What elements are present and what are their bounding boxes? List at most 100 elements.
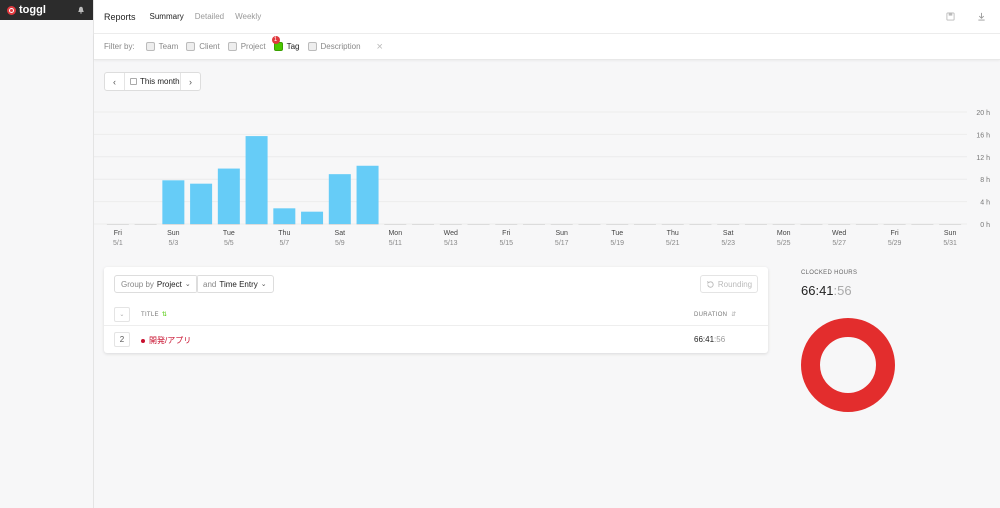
row-duration-seconds: :56 <box>714 335 726 344</box>
filter-client[interactable]: Client <box>186 42 220 51</box>
chevron-down-icon: ⌄ <box>260 281 267 288</box>
y-tick-label: 4 h <box>980 200 990 207</box>
toggl-logo[interactable]: toggl <box>7 4 46 16</box>
clocked-hours-value: 66:41:56 <box>801 283 852 298</box>
x-tick-day: Tue <box>611 230 623 237</box>
donut-segment[interactable] <box>801 318 895 412</box>
filter-description-label: Description <box>320 42 361 51</box>
x-tick-day: Thu <box>278 230 290 237</box>
filter-tag-label: Tag <box>286 42 300 51</box>
filter-label: Filter by: <box>104 42 135 51</box>
toggl-logo-icon <box>7 5 16 15</box>
rounding-button[interactable]: Rounding <box>700 275 758 293</box>
subgroup-select[interactable]: and Time Entry ⌄ <box>196 275 274 293</box>
x-tick-date: 5/1 <box>113 240 123 247</box>
x-tick-day: Sat <box>335 230 346 237</box>
column-title[interactable]: TITLE ⇅ <box>141 311 167 318</box>
expand-toggle[interactable]: ⌄ <box>114 307 130 322</box>
bar-5/4[interactable] <box>190 183 213 224</box>
y-tick-label: 16 h <box>976 132 990 139</box>
date-range-label: This month <box>140 77 180 86</box>
previous-period-button[interactable]: ‹ <box>105 73 124 90</box>
tab-summary[interactable]: Summary <box>150 12 184 21</box>
group-by-value: Project <box>156 279 182 289</box>
entry-count: 2 <box>114 332 130 347</box>
x-tick-date: 5/15 <box>499 240 513 247</box>
sort-icon: ⇵ <box>731 312 737 318</box>
bar-chart-svg: 20 h 16 h 12 h 8 h 4 h 0 h Fri 5/1 Sun 5/3 Tue 5/5 T… <box>94 110 990 247</box>
next-period-button[interactable]: › <box>181 73 200 90</box>
header: Reports Summary Detailed Weekly <box>94 0 1000 34</box>
x-tick-day: Fri <box>114 230 123 237</box>
x-tick-date: 5/9 <box>335 240 345 247</box>
project-name[interactable]: 開発/アプリ <box>141 335 191 346</box>
rounding-icon <box>706 280 714 288</box>
x-tick-day: Fri <box>502 230 511 237</box>
x-tick-date: 5/27 <box>832 240 846 247</box>
x-tick-date: 5/3 <box>168 240 178 247</box>
group-by-select[interactable]: Group by Project ⌄ <box>114 275 198 293</box>
chevron-down-icon: ⌄ <box>184 281 191 288</box>
bar-5/8[interactable] <box>301 211 324 224</box>
client-icon <box>186 42 196 51</box>
x-tick-date: 5/29 <box>888 240 902 247</box>
bar-5/10[interactable] <box>356 165 379 224</box>
bar-5/3[interactable] <box>162 180 185 224</box>
x-tick-day: Mon <box>388 230 402 237</box>
group-by-prefix: Group by <box>121 279 154 289</box>
project-color-dot <box>141 338 145 343</box>
date-range-button[interactable]: This month <box>124 73 181 90</box>
table-row[interactable]: 2 開発/アプリ 66:41:56 <box>104 327 768 353</box>
page-title: Reports <box>104 11 136 22</box>
save-icon[interactable] <box>946 12 955 21</box>
row-duration-main: 66:41 <box>694 335 715 344</box>
daily-hours-chart: 20 h 16 h 12 h 8 h 4 h 0 h Fri 5/1 Sun 5/3 Tue 5/5 T… <box>94 104 1000 248</box>
y-tick-label: 20 h <box>976 110 990 117</box>
x-tick-day: Sat <box>723 230 734 237</box>
bar-5/5[interactable] <box>217 168 240 224</box>
x-tick-date: 5/31 <box>943 240 957 247</box>
x-tick-day: Sun <box>167 230 180 237</box>
x-tick-day: Fri <box>891 230 900 237</box>
summary-table-card: Group by Project ⌄ and Time Entry ⌄ Roun… <box>104 267 768 353</box>
x-tick-day: Mon <box>777 230 791 237</box>
tab-weekly[interactable]: Weekly <box>235 12 261 21</box>
y-tick-label: 8 h <box>980 177 990 184</box>
filter-bar: Filter by: Team Client Project 1 Tag Des… <box>94 34 1000 60</box>
sidebar-top-bar: toggl <box>0 0 93 20</box>
clocked-hours-label: CLOCKED HOURS <box>801 270 858 276</box>
tab-detailed[interactable]: Detailed <box>195 12 224 21</box>
clear-filters-icon[interactable]: × <box>377 41 383 53</box>
calendar-icon <box>130 78 137 85</box>
bar-5/7[interactable] <box>273 208 296 224</box>
column-duration[interactable]: DURATION ⇵ <box>694 311 737 318</box>
filter-team[interactable]: Team <box>145 42 179 51</box>
x-tick-date: 5/23 <box>721 240 735 247</box>
subgroup-value: Time Entry <box>219 279 258 289</box>
team-icon <box>145 42 155 51</box>
description-icon <box>307 42 317 51</box>
project-label: 開発/アプリ <box>149 336 192 345</box>
x-tick-date: 5/13 <box>444 240 458 247</box>
filter-description[interactable]: Description <box>307 42 361 51</box>
bar-5/9[interactable] <box>328 174 351 224</box>
date-range-picker: ‹ This month › <box>104 72 201 91</box>
bar-5/6[interactable] <box>245 136 268 224</box>
column-duration-label: DURATION <box>694 312 728 318</box>
brand-name: toggl <box>19 4 46 16</box>
bell-icon[interactable] <box>77 6 85 14</box>
x-tick-date: 5/21 <box>666 240 680 247</box>
x-tick-day: Sun <box>556 230 569 237</box>
filter-tag[interactable]: 1 Tag <box>271 36 300 51</box>
y-tick-label: 0 h <box>980 222 990 229</box>
project-donut-chart <box>801 318 895 412</box>
filter-project[interactable]: Project <box>227 42 266 51</box>
x-tick-day: Wed <box>832 230 846 237</box>
sort-ascending-icon: ⇅ <box>161 312 168 318</box>
column-title-label: TITLE <box>141 312 159 318</box>
x-tick-day: Wed <box>444 230 458 237</box>
clocked-hours-seconds: :56 <box>833 283 852 298</box>
x-tick-day: Tue <box>223 230 235 237</box>
download-icon[interactable] <box>977 12 986 21</box>
filter-team-label: Team <box>158 42 179 51</box>
